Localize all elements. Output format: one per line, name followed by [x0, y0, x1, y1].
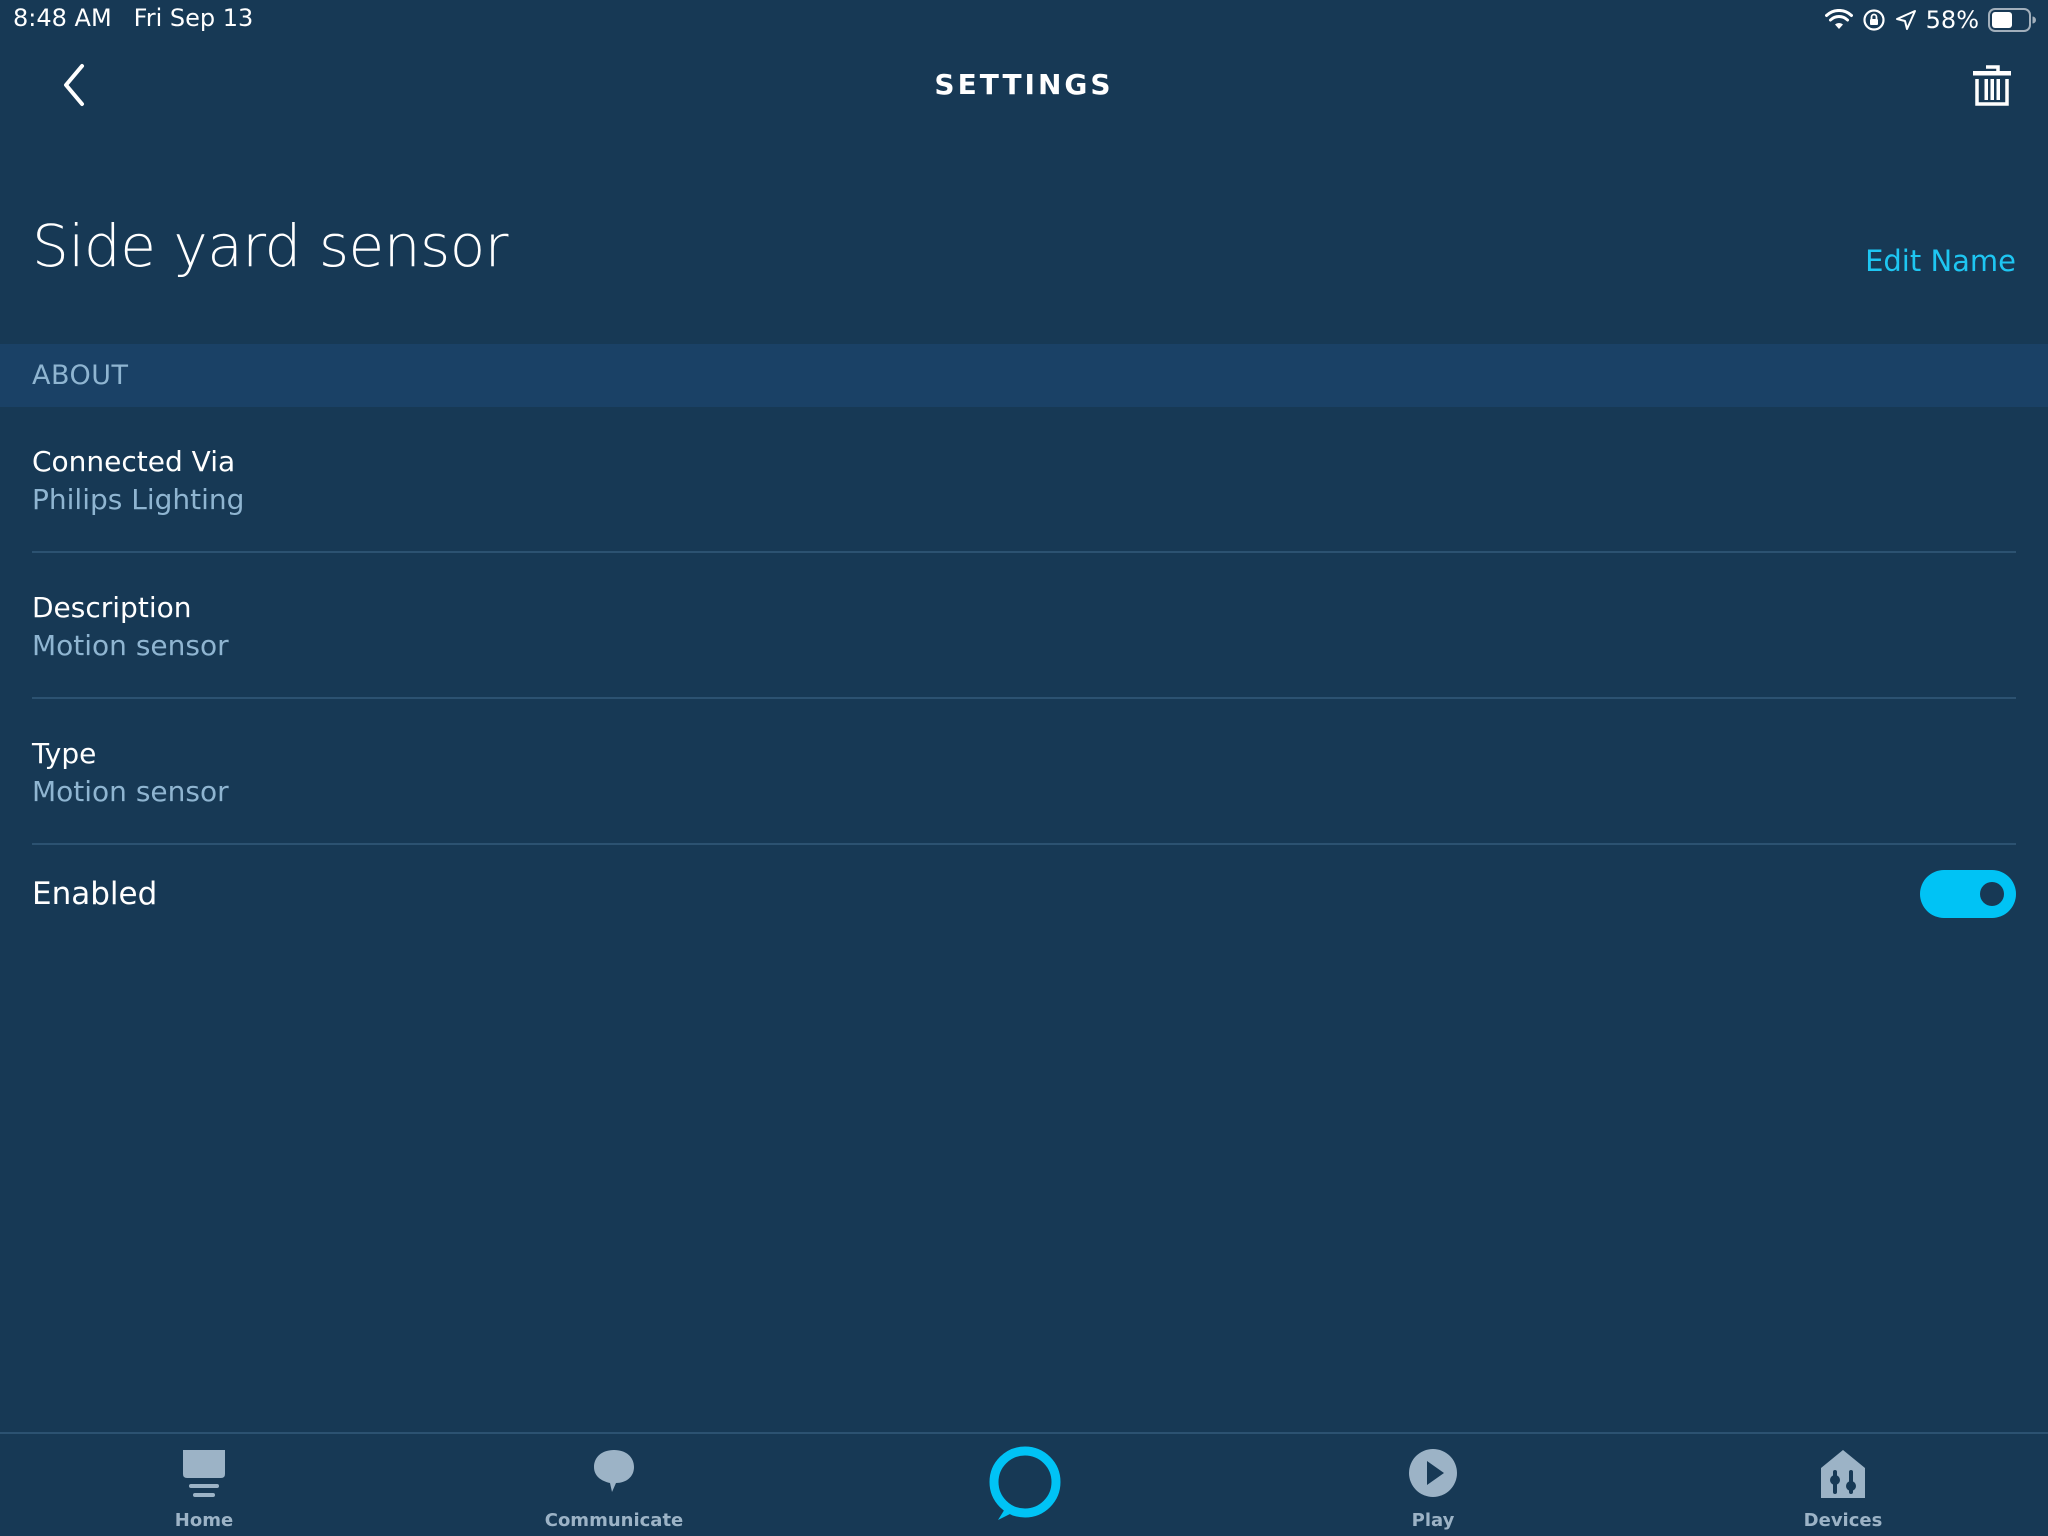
info-row-label: Connected Via: [32, 445, 236, 478]
status-icons: 58%: [1824, 4, 2036, 36]
tab-label: Communicate: [544, 1510, 684, 1531]
tab-label: Devices: [1803, 1510, 1883, 1531]
delete-button[interactable]: [1970, 62, 2014, 108]
info-row-connected-via: Connected Via Philips Lighting: [32, 407, 2016, 553]
wifi-icon: [1824, 9, 1853, 29]
tab-devices[interactable]: Devices: [1743, 1434, 1943, 1536]
location-icon: [1895, 10, 1916, 30]
chat-bubble-icon: [594, 1450, 634, 1492]
info-row-label: Description: [32, 591, 192, 624]
info-row-value: Philips Lighting: [32, 483, 245, 516]
play-icon: [1409, 1449, 1457, 1497]
battery-icon: [1988, 8, 2036, 32]
toggle-knob: [1980, 882, 2004, 906]
enabled-toggle[interactable]: [1920, 870, 2016, 918]
tab-communicate[interactable]: Communicate: [514, 1434, 714, 1536]
settings-screen: 8:48 AM Fri Sep 13 58% SETTINGS Side yar…: [0, 0, 2048, 1536]
home-icon: [183, 1450, 225, 1497]
alexa-button[interactable]: [986, 1444, 1064, 1524]
status-time: 8:48 AM: [13, 4, 112, 32]
info-row-value: Motion sensor: [32, 629, 229, 662]
status-time-date: 8:48 AM Fri Sep 13: [13, 4, 253, 32]
enabled-row: Enabled: [32, 848, 2016, 940]
battery-percent: 58%: [1925, 6, 1979, 34]
device-name: Side yard sensor: [32, 212, 509, 280]
about-section-header: ABOUT: [0, 344, 2048, 407]
enabled-label: Enabled: [32, 876, 158, 912]
alexa-ring-icon: [989, 1446, 1061, 1520]
tab-label: Home: [174, 1510, 234, 1531]
info-row-description: Description Motion sensor: [32, 553, 2016, 699]
about-section-title: ABOUT: [32, 360, 129, 391]
tab-label: Play: [1411, 1510, 1455, 1531]
status-date: Fri Sep 13: [133, 4, 254, 32]
trash-icon: [1973, 65, 2011, 106]
info-row-type: Type Motion sensor: [32, 699, 2016, 845]
info-row-value: Motion sensor: [32, 775, 229, 808]
tab-home[interactable]: Home: [104, 1434, 304, 1536]
devices-icon: [1821, 1450, 1865, 1498]
tab-bar: Home Communicate Play Devices: [0, 1432, 2048, 1536]
info-row-label: Type: [32, 737, 97, 770]
orientation-lock-icon: [1863, 9, 1885, 31]
tab-play[interactable]: Play: [1333, 1434, 1533, 1536]
status-bar: 8:48 AM Fri Sep 13 58%: [0, 0, 2048, 40]
page-title: SETTINGS: [934, 68, 1114, 101]
edit-name-link[interactable]: Edit Name: [1865, 244, 2016, 278]
